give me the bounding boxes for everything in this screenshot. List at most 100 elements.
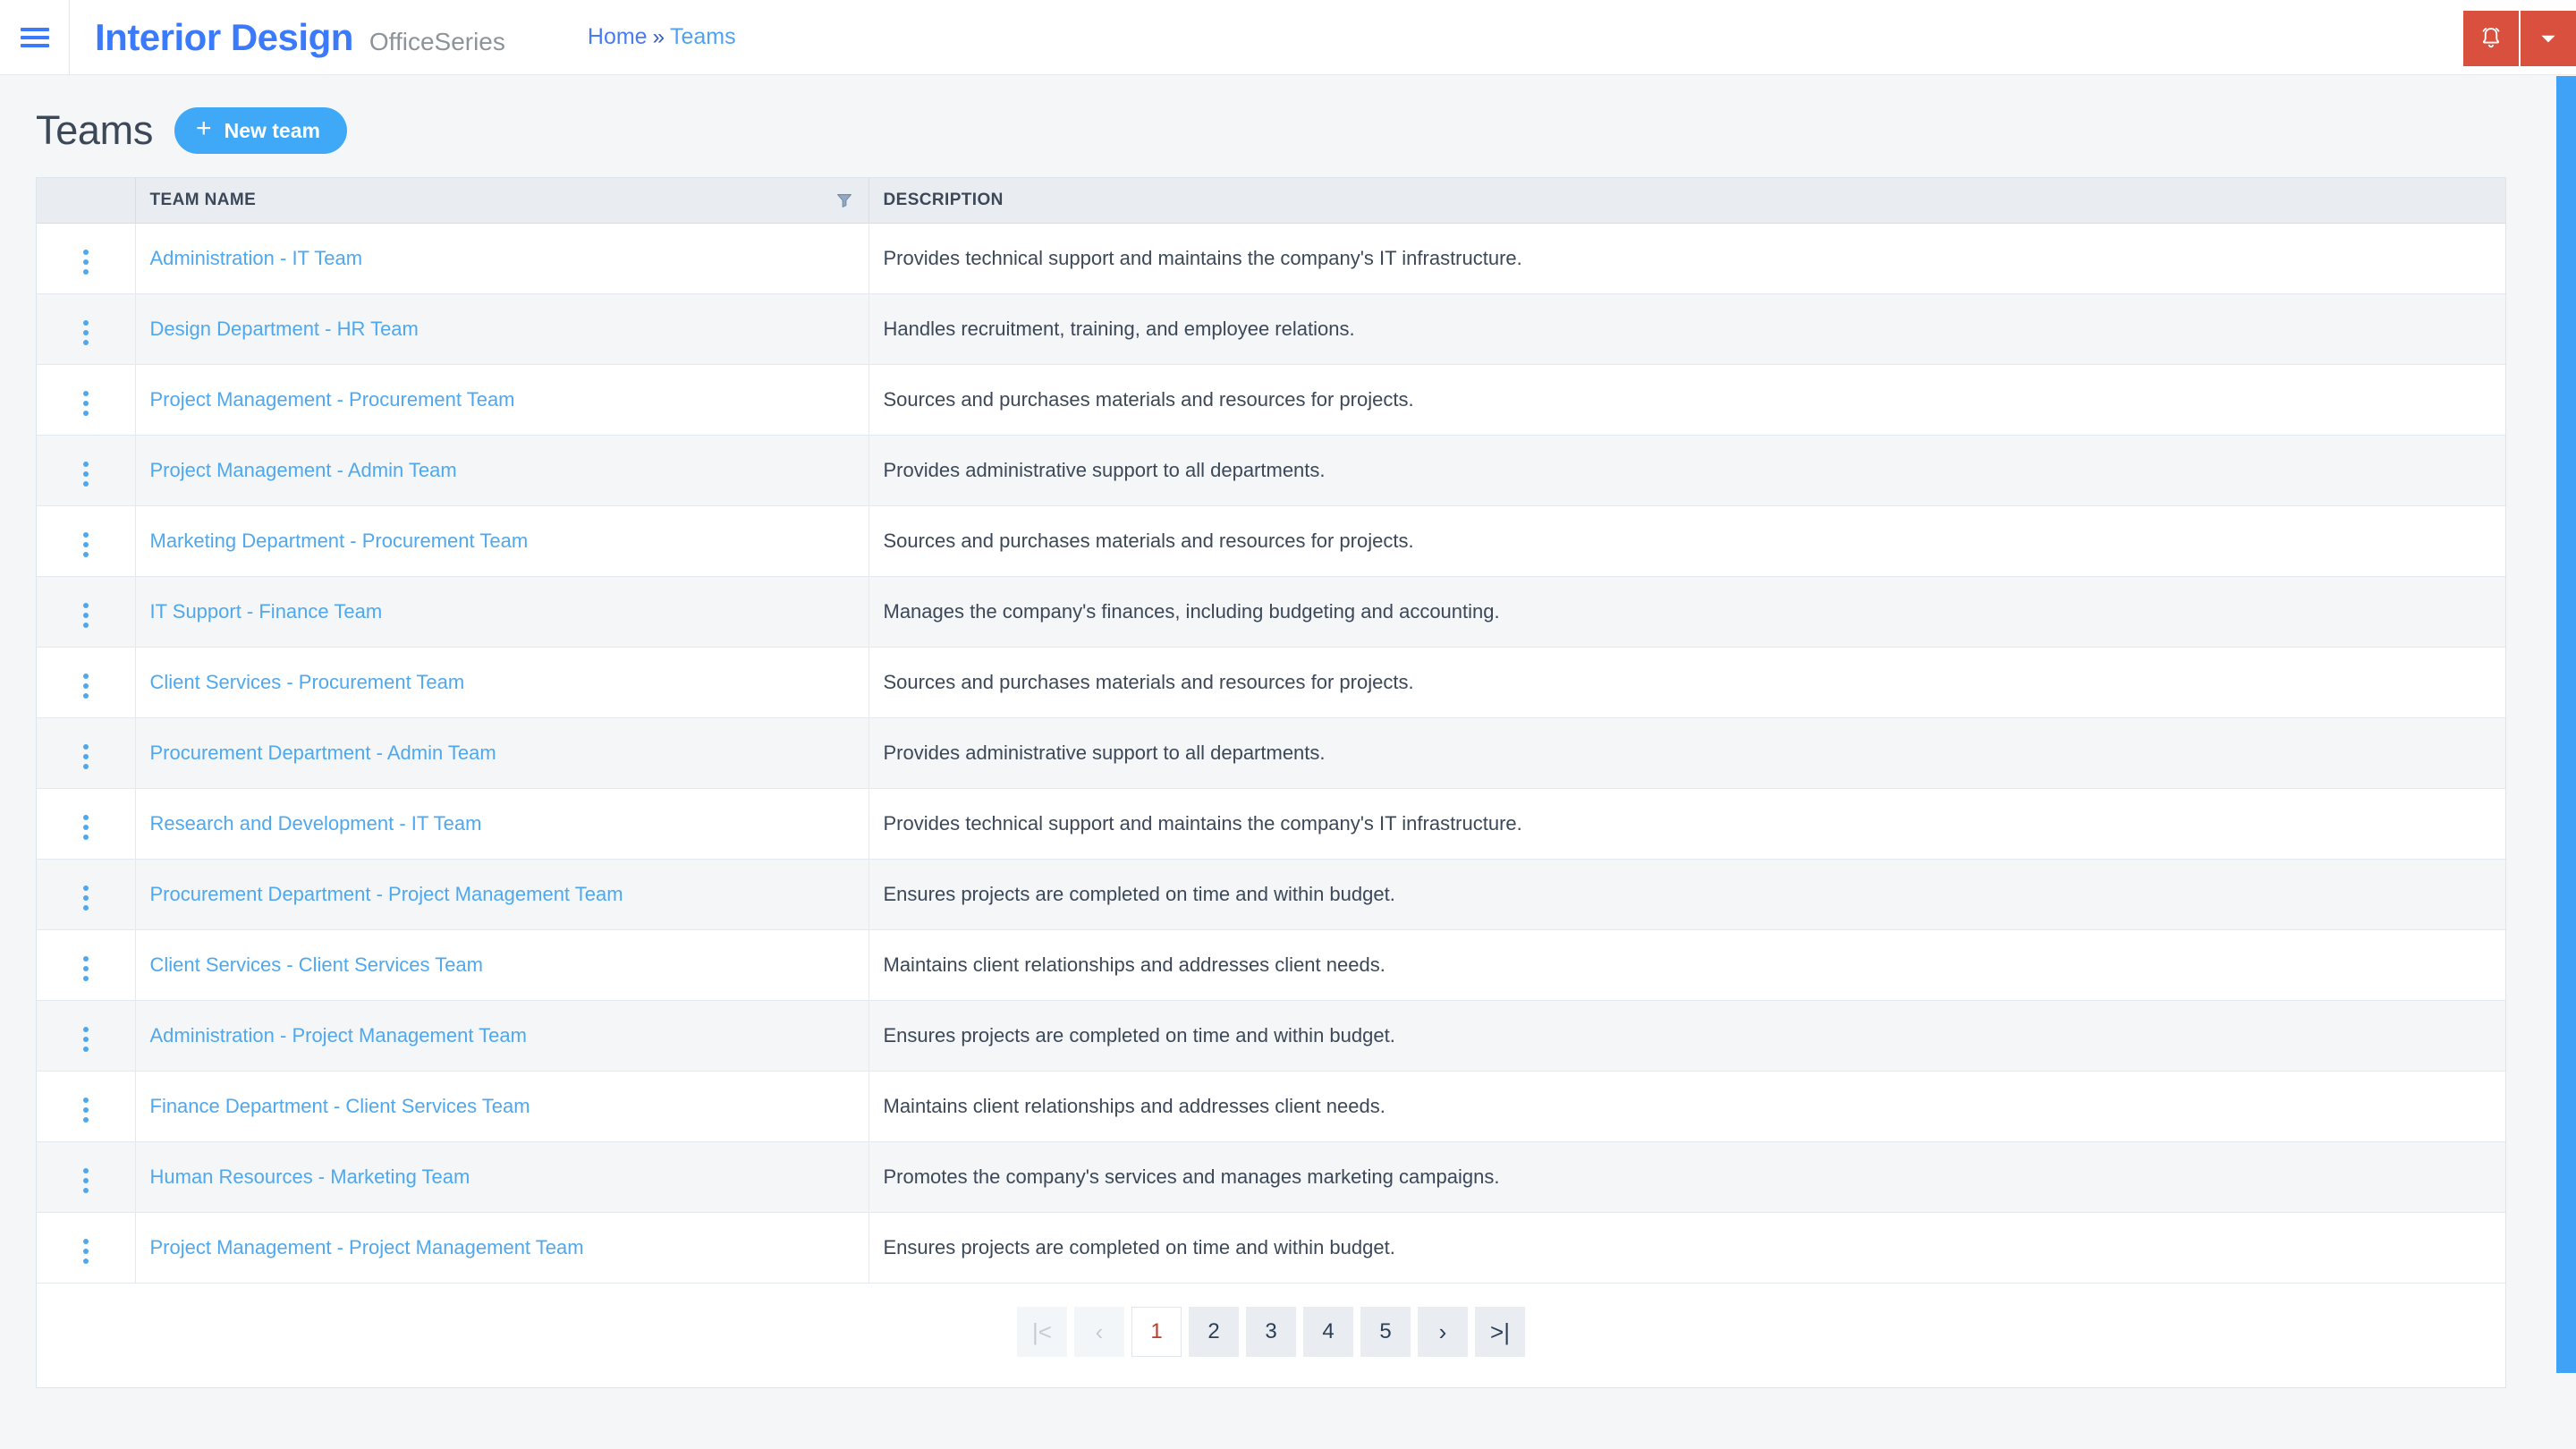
kebab-menu-icon[interactable] [74, 951, 97, 987]
page-scrollbar-track[interactable] [2556, 76, 2576, 1449]
pagination-page-3[interactable]: 3 [1246, 1306, 1296, 1357]
pagination-page-5-label: 5 [1379, 1318, 1392, 1343]
kebab-menu-icon[interactable] [74, 1092, 97, 1128]
kebab-menu-icon[interactable] [74, 880, 97, 916]
row-actions-cell [37, 576, 136, 648]
pagination-first-label: |< [1032, 1318, 1052, 1345]
kebab-menu-icon[interactable] [74, 527, 97, 563]
row-actions-cell [37, 1071, 136, 1142]
team-name-link[interactable]: Research and Development - IT Team [150, 812, 482, 835]
team-description-cell: Provides administrative support to all d… [869, 717, 2505, 789]
pagination-first-button[interactable]: |< [1017, 1306, 1067, 1357]
column-header-team-name-label: TEAM NAME [149, 190, 257, 209]
row-actions-cell [37, 435, 136, 506]
pagination-prev-button[interactable]: ‹ [1074, 1306, 1124, 1357]
team-description-cell: Provides administrative support to all d… [869, 435, 2505, 506]
team-description-cell: Provides technical support and maintains… [869, 223, 2505, 294]
kebab-menu-icon[interactable] [74, 386, 97, 421]
team-name-link[interactable]: Procurement Department - Project Managem… [150, 883, 623, 905]
team-description-cell: Handles recruitment, training, and emplo… [869, 293, 2505, 365]
row-actions-cell [37, 223, 136, 294]
team-name-link[interactable]: Marketing Department - Procurement Team [150, 530, 529, 552]
team-description-cell: Sources and purchases materials and reso… [869, 364, 2505, 436]
new-team-button[interactable]: + New team [174, 107, 347, 154]
team-name-link[interactable]: IT Support - Finance Team [150, 600, 383, 623]
team-description-cell: Provides technical support and maintains… [869, 788, 2505, 860]
team-description-cell: Ensures projects are completed on time a… [869, 1212, 2505, 1284]
team-name-cell: Marketing Department - Procurement Team [135, 505, 869, 577]
kebab-menu-icon[interactable] [74, 597, 97, 633]
team-name-link[interactable]: Finance Department - Client Services Tea… [150, 1095, 530, 1117]
pagination-last-label: >| [1490, 1318, 1510, 1345]
team-name-link[interactable]: Project Management - Project Management … [150, 1236, 584, 1258]
team-name-link[interactable]: Client Services - Client Services Team [150, 953, 484, 976]
pagination-last-button[interactable]: >| [1475, 1306, 1525, 1357]
notifications-button[interactable] [2463, 11, 2519, 66]
kebab-menu-icon[interactable] [74, 1021, 97, 1057]
table-header-row: TEAM NAME DESCRIPTION [37, 178, 2505, 224]
kebab-menu-icon[interactable] [74, 1163, 97, 1199]
pagination-page-4[interactable]: 4 [1303, 1306, 1353, 1357]
team-description-cell: Promotes the company's services and mana… [869, 1141, 2505, 1213]
kebab-menu-icon[interactable] [74, 1233, 97, 1269]
pagination-page-2[interactable]: 2 [1189, 1306, 1239, 1357]
table-row: Project Management - Admin Team Provides … [37, 435, 2505, 506]
table-row: IT Support - Finance Team Manages the com… [37, 576, 2505, 648]
top-navigation-bar: Interior Design OfficeSeries Home » Team… [0, 0, 2576, 75]
team-name-link[interactable]: Administration - Project Management Team [150, 1024, 527, 1046]
kebab-menu-icon[interactable] [74, 315, 97, 351]
column-header-actions [37, 178, 136, 224]
row-actions-cell [37, 1000, 136, 1072]
team-name-cell: Client Services - Procurement Team [135, 647, 869, 718]
menu-toggle-button[interactable] [0, 0, 70, 75]
table-row: Project Management - Project Management … [37, 1212, 2505, 1284]
team-name-link[interactable]: Design Department - HR Team [150, 318, 419, 340]
kebab-menu-icon[interactable] [74, 456, 97, 492]
team-name-link[interactable]: Project Management - Admin Team [150, 459, 457, 481]
team-description-cell: Sources and purchases materials and reso… [869, 505, 2505, 577]
row-actions-cell [37, 505, 136, 577]
page-scrollbar-thumb[interactable] [2556, 76, 2576, 1373]
team-name-link[interactable]: Project Management - Procurement Team [150, 388, 515, 411]
team-name-cell: Procurement Department - Admin Team [135, 717, 869, 789]
pagination-page-1[interactable]: 1 [1131, 1306, 1182, 1357]
column-header-team-name[interactable]: TEAM NAME [135, 178, 869, 224]
team-name-link[interactable]: Human Resources - Marketing Team [150, 1165, 470, 1188]
column-header-description[interactable]: DESCRIPTION [869, 178, 2505, 224]
table-row: Client Services - Client Services Team Ma… [37, 929, 2505, 1001]
team-name-link[interactable]: Client Services - Procurement Team [150, 671, 465, 693]
team-name-cell: Research and Development - IT Team [135, 788, 869, 860]
table-row: Client Services - Procurement Team Source… [37, 647, 2505, 718]
notifications-dropdown-button[interactable] [2521, 11, 2576, 66]
page-content: Teams + New team TEAM NAME DESCRIPTION A… [0, 75, 2576, 1388]
column-header-description-label: DESCRIPTION [883, 190, 1004, 209]
team-name-cell: Client Services - Client Services Team [135, 929, 869, 1001]
kebab-menu-icon[interactable] [74, 244, 97, 280]
table-row: Research and Development - IT Team Provid… [37, 788, 2505, 860]
pagination-page-3-label: 3 [1265, 1318, 1277, 1343]
team-description-cell: Ensures projects are completed on time a… [869, 1000, 2505, 1072]
topbar-actions [2463, 11, 2576, 66]
team-name-cell: Administration - IT Team [135, 223, 869, 294]
team-description-cell: Manages the company's finances, includin… [869, 576, 2505, 648]
pagination-page-5[interactable]: 5 [1360, 1306, 1411, 1357]
table-row: Finance Department - Client Services Tea… [37, 1071, 2505, 1142]
team-name-link[interactable]: Administration - IT Team [150, 247, 363, 269]
table-row: Design Department - HR Team Handles recru… [37, 293, 2505, 365]
chevron-down-icon [2541, 35, 2555, 43]
breadcrumb-separator-icon: » [652, 25, 665, 49]
kebab-menu-icon[interactable] [74, 668, 97, 704]
pagination-prev-label: ‹ [1095, 1318, 1104, 1345]
kebab-menu-icon[interactable] [74, 739, 97, 775]
breadcrumb-current[interactable]: Teams [670, 24, 736, 50]
teams-table-card: TEAM NAME DESCRIPTION Administration - I… [36, 177, 2506, 1388]
filter-icon[interactable] [835, 191, 854, 210]
breadcrumb-home-link[interactable]: Home [588, 24, 648, 50]
teams-table: TEAM NAME DESCRIPTION Administration - I… [37, 178, 2505, 1284]
pagination-next-button[interactable]: › [1418, 1306, 1468, 1357]
kebab-menu-icon[interactable] [74, 809, 97, 845]
team-name-cell: Finance Department - Client Services Tea… [135, 1071, 869, 1142]
team-description-cell: Ensures projects are completed on time a… [869, 859, 2505, 930]
team-name-link[interactable]: Procurement Department - Admin Team [150, 741, 496, 764]
team-name-cell: Procurement Department - Project Managem… [135, 859, 869, 930]
